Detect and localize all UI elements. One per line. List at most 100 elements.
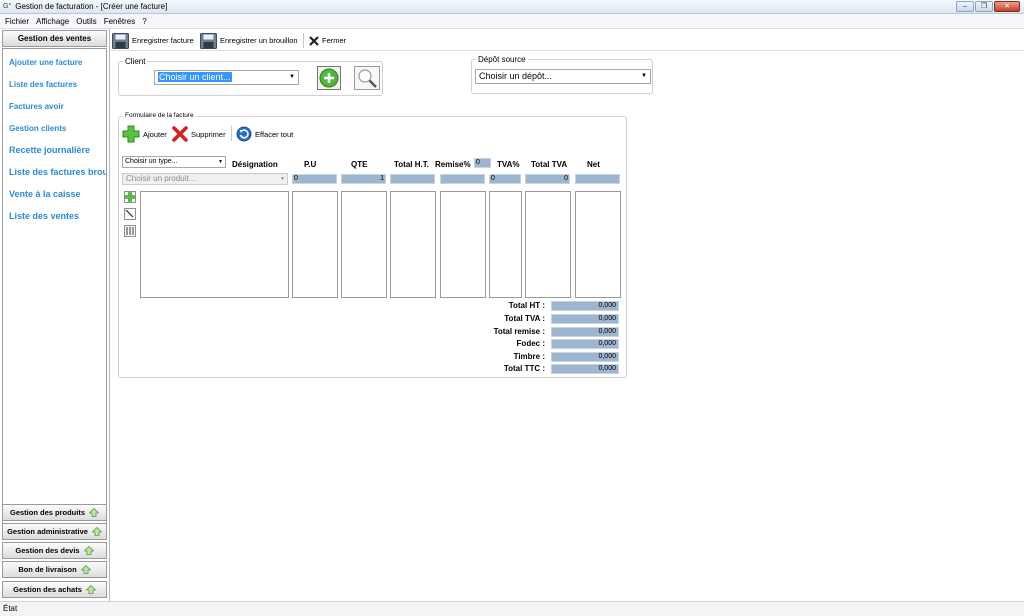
fodec-label: Fodec : xyxy=(516,339,545,348)
total-tva-field[interactable]: 0 xyxy=(525,174,570,184)
nav-link-liste-ventes[interactable]: Liste des ventes xyxy=(9,211,79,221)
search-client-button[interactable] xyxy=(354,66,380,90)
app-icon: G° xyxy=(3,3,12,10)
clear-all-button[interactable]: Effacer tout xyxy=(236,125,293,143)
toolbar-separator xyxy=(303,33,304,48)
expand-up-icon xyxy=(85,585,96,594)
section-gestion-devis[interactable]: Gestion des devis xyxy=(2,542,107,559)
col-total-ht: Total H.T. xyxy=(394,160,429,169)
magnifier-icon xyxy=(358,69,377,88)
tva-field[interactable]: 0 xyxy=(489,174,521,184)
floppy-disk-icon xyxy=(200,32,217,49)
title-bar: G° Gestion de facturation - [Créer une f… xyxy=(0,0,1024,14)
expand-up-icon xyxy=(80,565,91,574)
menu-fenetres[interactable]: Fenêtres xyxy=(104,17,136,26)
form-toolbar-separator xyxy=(231,126,232,141)
delete-line-button[interactable]: Supprimer xyxy=(172,125,226,143)
delete-line-label: Supprimer xyxy=(191,129,226,139)
save-draft-button[interactable]: Enregistrer un brouillon xyxy=(200,32,298,49)
add-row-icon[interactable] xyxy=(124,191,136,203)
col-designation: Désignation xyxy=(232,160,278,169)
section-gestion-produits[interactable]: Gestion des produits xyxy=(2,504,107,521)
timbre-value: 0,000 xyxy=(551,352,619,362)
product-select[interactable]: Choisir un produit... ▼ xyxy=(122,173,288,185)
dropdown-arrow-icon: ▼ xyxy=(280,176,285,182)
type-select[interactable]: Choisir un type... ▼ xyxy=(122,156,226,168)
type-select-value: Choisir un type... xyxy=(125,158,178,165)
nav-link-vente-caisse[interactable]: Vente à la caisse xyxy=(9,189,81,199)
dropdown-arrow-icon: ▼ xyxy=(289,74,295,80)
total-ttc-value: 0,000 xyxy=(551,364,619,374)
nav-link-factures-avoir[interactable]: Factures avoir xyxy=(9,102,64,111)
total-ht-label: Total HT : xyxy=(508,301,545,310)
invoice-form-legend: Formulaire de la facture xyxy=(123,112,196,119)
menu-outils[interactable]: Outils xyxy=(76,17,96,26)
total-tva-value: 0,000 xyxy=(551,314,619,324)
expand-up-icon xyxy=(83,546,94,555)
save-invoice-label: Enregistrer facture xyxy=(132,36,194,45)
depot-legend: Dépôt source xyxy=(476,55,528,64)
details-row-icon[interactable] xyxy=(124,225,136,237)
minimize-button[interactable]: – xyxy=(956,1,974,12)
remise-global-field[interactable]: 0 xyxy=(474,158,491,168)
menu-fichier[interactable]: Fichier xyxy=(5,17,29,26)
product-select-value: Choisir un produit... xyxy=(126,174,196,183)
clear-all-label: Effacer tout xyxy=(255,129,294,139)
nav-link-factures-brouillon[interactable]: Liste des factures brou xyxy=(9,167,106,177)
sidebar: Gestion des ventes Ajouter une facture L… xyxy=(0,29,110,601)
nav-panel-ventes: Ajouter une facture Liste des factures F… xyxy=(2,48,107,529)
add-client-button[interactable] xyxy=(317,66,341,90)
nav-link-liste-factures[interactable]: Liste des factures xyxy=(9,80,77,89)
expand-up-icon xyxy=(89,508,99,517)
timbre-label: Timbre : xyxy=(513,352,545,361)
total-ht-value: 0,000 xyxy=(551,301,619,311)
status-text: État xyxy=(3,604,18,613)
red-x-icon xyxy=(172,126,188,142)
nav-header-gestion-ventes[interactable]: Gestion des ventes xyxy=(2,30,107,47)
tools-icon xyxy=(126,227,134,235)
restore-button[interactable]: ❐ xyxy=(975,1,993,12)
client-legend: Client xyxy=(123,57,148,66)
net-list[interactable] xyxy=(575,191,621,298)
dropdown-arrow-icon: ▼ xyxy=(641,73,647,79)
pu-field[interactable]: 0 xyxy=(292,174,337,184)
remise-list[interactable] xyxy=(440,191,486,298)
qte-list[interactable] xyxy=(341,191,387,298)
total-ht-field[interactable] xyxy=(390,174,435,184)
client-select-value: Choisir un client... xyxy=(158,72,232,82)
menu-affichage[interactable]: Affichage xyxy=(36,17,69,26)
add-line-button[interactable]: Ajouter xyxy=(122,125,167,143)
section-label: Gestion des achats xyxy=(13,585,82,594)
invoice-form-group: Formulaire de la facture Ajouter Supprim… xyxy=(118,112,627,378)
client-select[interactable]: Choisir un client... ▼ xyxy=(154,70,299,85)
edit-row-icon[interactable] xyxy=(124,208,136,220)
nav-link-ajouter-facture[interactable]: Ajouter une facture xyxy=(9,58,82,67)
section-gestion-achats[interactable]: Gestion des achats xyxy=(2,581,107,598)
close-window-button[interactable]: ✕ xyxy=(994,1,1020,12)
tva-list[interactable] xyxy=(489,191,522,298)
designation-list[interactable] xyxy=(140,191,289,298)
section-label: Bon de livraison xyxy=(18,565,77,574)
total-ht-list[interactable] xyxy=(390,191,436,298)
total-tva-list[interactable] xyxy=(525,191,571,298)
window-controls: – ❐ ✕ xyxy=(956,1,1020,12)
pu-list[interactable] xyxy=(292,191,338,298)
menu-help[interactable]: ? xyxy=(142,17,146,26)
client-group: Client Choisir un client... ▼ xyxy=(118,57,383,96)
remise-field[interactable] xyxy=(440,174,485,184)
save-invoice-button[interactable]: Enregistrer facture xyxy=(112,32,194,49)
close-form-button[interactable]: Fermer xyxy=(309,32,346,49)
col-remise: Remise% xyxy=(435,160,471,169)
depot-select[interactable]: Choisir un dépôt... ▼ xyxy=(475,69,651,84)
col-tva: TVA% xyxy=(497,160,520,169)
close-label: Fermer xyxy=(322,36,347,45)
nav-link-gestion-clients[interactable]: Gestion clients xyxy=(9,124,66,133)
depot-select-value: Choisir un dépôt... xyxy=(479,71,553,81)
qte-field[interactable]: 1 xyxy=(341,174,386,184)
section-bon-livraison[interactable]: Bon de livraison xyxy=(2,561,107,578)
nav-link-recette-journaliere[interactable]: Recette journalière xyxy=(9,145,90,155)
section-gestion-administrative[interactable]: Gestion administrative xyxy=(2,523,107,540)
net-field[interactable] xyxy=(575,174,620,184)
total-tva-label: Total TVA : xyxy=(504,314,545,323)
pencil-icon xyxy=(125,209,134,218)
